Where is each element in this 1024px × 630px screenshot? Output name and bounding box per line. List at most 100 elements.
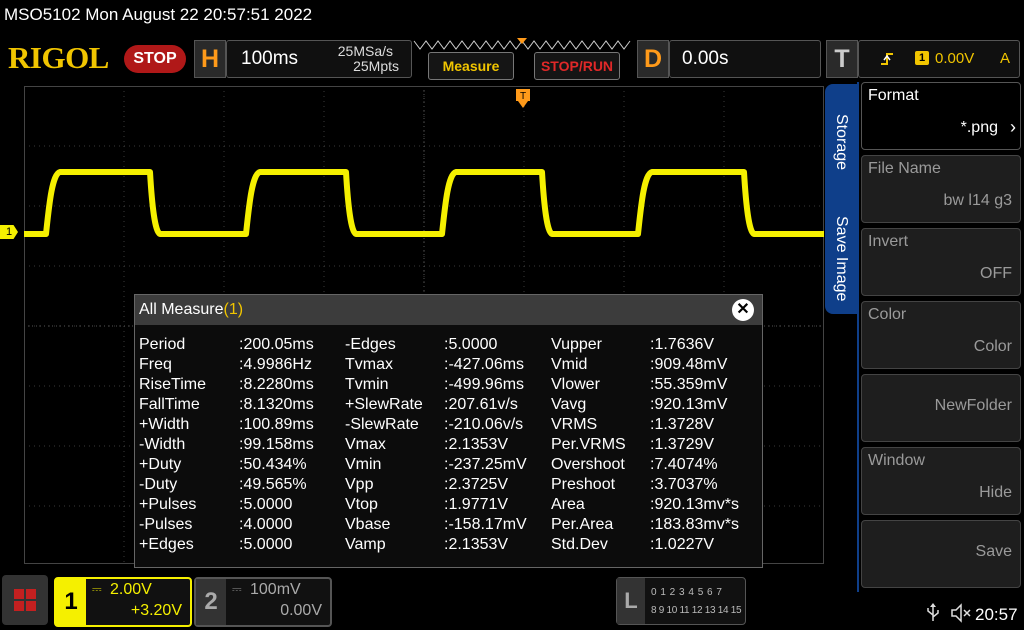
- measure-name: Per.VRMS: [551, 436, 626, 453]
- measure-value: :8.2280ms: [239, 376, 314, 393]
- measure-name: Vmax: [345, 436, 386, 453]
- memory-depth: 25Mpts: [353, 58, 399, 74]
- measure-name: Tvmax: [345, 356, 393, 373]
- horizontal-panel[interactable]: 100ms 25MSa/s 25Mpts: [226, 40, 412, 78]
- mute-speaker-icon[interactable]: [950, 603, 972, 623]
- measure-name: Vmid: [551, 356, 588, 373]
- rising-edge-icon: [881, 53, 893, 65]
- ch1-scale: 2.00V: [110, 581, 152, 598]
- measure-panel-header: All Measure(1) ✕: [135, 295, 762, 325]
- menu-item-label: Format: [868, 87, 919, 104]
- measure-name: -Duty: [139, 476, 178, 493]
- menu-item[interactable]: Window Hide: [861, 447, 1021, 515]
- all-measure-panel: All Measure(1) ✕ Period:200.05ms Freq:4.9…: [134, 294, 763, 568]
- chevron-right-icon: ›: [1010, 117, 1016, 137]
- stop-run-button[interactable]: STOP/RUN: [534, 52, 620, 80]
- menu-item[interactable]: Color Color: [861, 301, 1021, 369]
- ch1-ground-marker[interactable]: 1: [0, 225, 18, 239]
- menu-item-value: Color: [973, 338, 1012, 355]
- menu-item-value: bw l14 g3: [943, 192, 1013, 209]
- measure-name: +Edges: [139, 536, 194, 553]
- measure-name: Vtop: [345, 496, 378, 513]
- measure-channel: (1): [223, 301, 244, 318]
- measure-name: Overshoot: [551, 456, 625, 473]
- ch1-status-box[interactable]: 1 ⎓ 2.00V +3.20V: [54, 577, 192, 627]
- ch2-offset: 0.00V: [280, 602, 322, 619]
- app-menu-button[interactable]: [2, 575, 48, 625]
- measure-name: Std.Dev: [551, 536, 608, 553]
- run-state-badge[interactable]: STOP: [124, 45, 186, 73]
- menu-item-value: *.png: [960, 119, 998, 136]
- ch2-number: 2: [196, 579, 226, 625]
- measure-name: -Width: [139, 436, 186, 453]
- measure-value: :1.3729V: [650, 436, 715, 453]
- logic-letter: L: [617, 578, 645, 624]
- clock: 20:57: [975, 605, 1018, 624]
- menu-item-label: Color: [868, 306, 907, 323]
- measure-name: VRMS: [551, 416, 598, 433]
- measure-value: :8.1320ms: [239, 396, 314, 413]
- measure-value: :-499.96ms: [444, 376, 525, 393]
- ch1-number: 1: [56, 579, 86, 625]
- timebase-value: 100ms: [241, 48, 299, 69]
- trigger-panel[interactable]: 1 0.00V A: [858, 40, 1020, 78]
- svg-text:T: T: [520, 91, 526, 102]
- measure-name: +Width: [139, 416, 190, 433]
- trigger-letter[interactable]: T: [826, 40, 858, 78]
- measure-name: Area: [551, 496, 585, 513]
- measure-name: Vmin: [345, 456, 382, 473]
- menu-side-tab[interactable]: Storage Save Image: [825, 84, 859, 314]
- horizontal-letter[interactable]: H: [194, 40, 226, 78]
- measure-value: :200.05ms: [239, 336, 314, 353]
- menu-item-label: File Name: [868, 160, 941, 177]
- measure-value: :2.3725V: [444, 476, 509, 493]
- sample-rate: 25MSa/s: [337, 43, 393, 59]
- menu-item[interactable]: NewFolder: [861, 374, 1021, 442]
- measure-name: Freq: [139, 356, 172, 373]
- measure-value: :207.61v/s: [444, 396, 518, 413]
- menu-item[interactable]: Save: [861, 520, 1021, 588]
- measure-value: :5.0000: [239, 496, 293, 513]
- usb-icon: [927, 603, 939, 621]
- measure-value: :5.0000: [444, 336, 498, 353]
- menu-item-value: OFF: [980, 265, 1012, 282]
- measure-value: :4.0000: [239, 516, 293, 533]
- measure-name: -SlewRate: [345, 416, 419, 433]
- ch2-status-box[interactable]: 2 ⎓ 100mV 0.00V: [194, 577, 332, 627]
- delay-letter[interactable]: D: [637, 40, 669, 78]
- delay-panel[interactable]: 0.00s: [669, 40, 821, 78]
- measure-value: :1.3728V: [650, 416, 715, 433]
- logic-status-box[interactable]: L 0 1 2 3 4 5 6 7 8 9 10 11 12 13 14 15: [616, 577, 746, 625]
- memory-overview: [413, 38, 631, 50]
- menu-item[interactable]: File Name bw l14 g3: [861, 155, 1021, 223]
- close-icon[interactable]: ✕: [732, 299, 754, 321]
- tab-save-image[interactable]: Save Image: [832, 216, 850, 301]
- menu-item-value: Save: [975, 543, 1012, 560]
- measure-value: :100.89ms: [239, 416, 314, 433]
- measure-name: Vamp: [345, 536, 386, 553]
- dc-coupling-icon: ⎓: [232, 582, 242, 596]
- measure-value: :2.1353V: [444, 536, 509, 553]
- measure-button[interactable]: Measure: [428, 52, 514, 80]
- measure-value: :920.13mV: [650, 396, 728, 413]
- measure-name: FallTime: [139, 396, 200, 413]
- trigger-position-marker[interactable]: T: [515, 88, 531, 110]
- measure-name: -Edges: [345, 336, 396, 353]
- measure-name: Period: [139, 336, 186, 353]
- measure-name: Tvmin: [345, 376, 389, 393]
- ch2-scale: 100mV: [250, 581, 301, 598]
- measure-value: :1.9771V: [444, 496, 509, 513]
- measure-value: :49.565%: [239, 476, 307, 493]
- logic-channels-low: 0 1 2 3 4 5 6 7: [651, 587, 723, 598]
- menu-item-label: Window: [868, 452, 925, 469]
- measure-panel-title: All Measure(1): [139, 301, 243, 319]
- measure-name: RiseTime: [139, 376, 206, 393]
- measure-value: :5.0000: [239, 536, 293, 553]
- menu-item[interactable]: Invert OFF: [861, 228, 1021, 296]
- measure-name: -Pulses: [139, 516, 193, 533]
- tab-storage[interactable]: Storage: [832, 114, 850, 170]
- measure-name: Vavg: [551, 396, 587, 413]
- trigger-source-badge: 1: [915, 51, 929, 65]
- measure-name: +Pulses: [139, 496, 197, 513]
- menu-item[interactable]: Format *.png ›: [861, 82, 1021, 150]
